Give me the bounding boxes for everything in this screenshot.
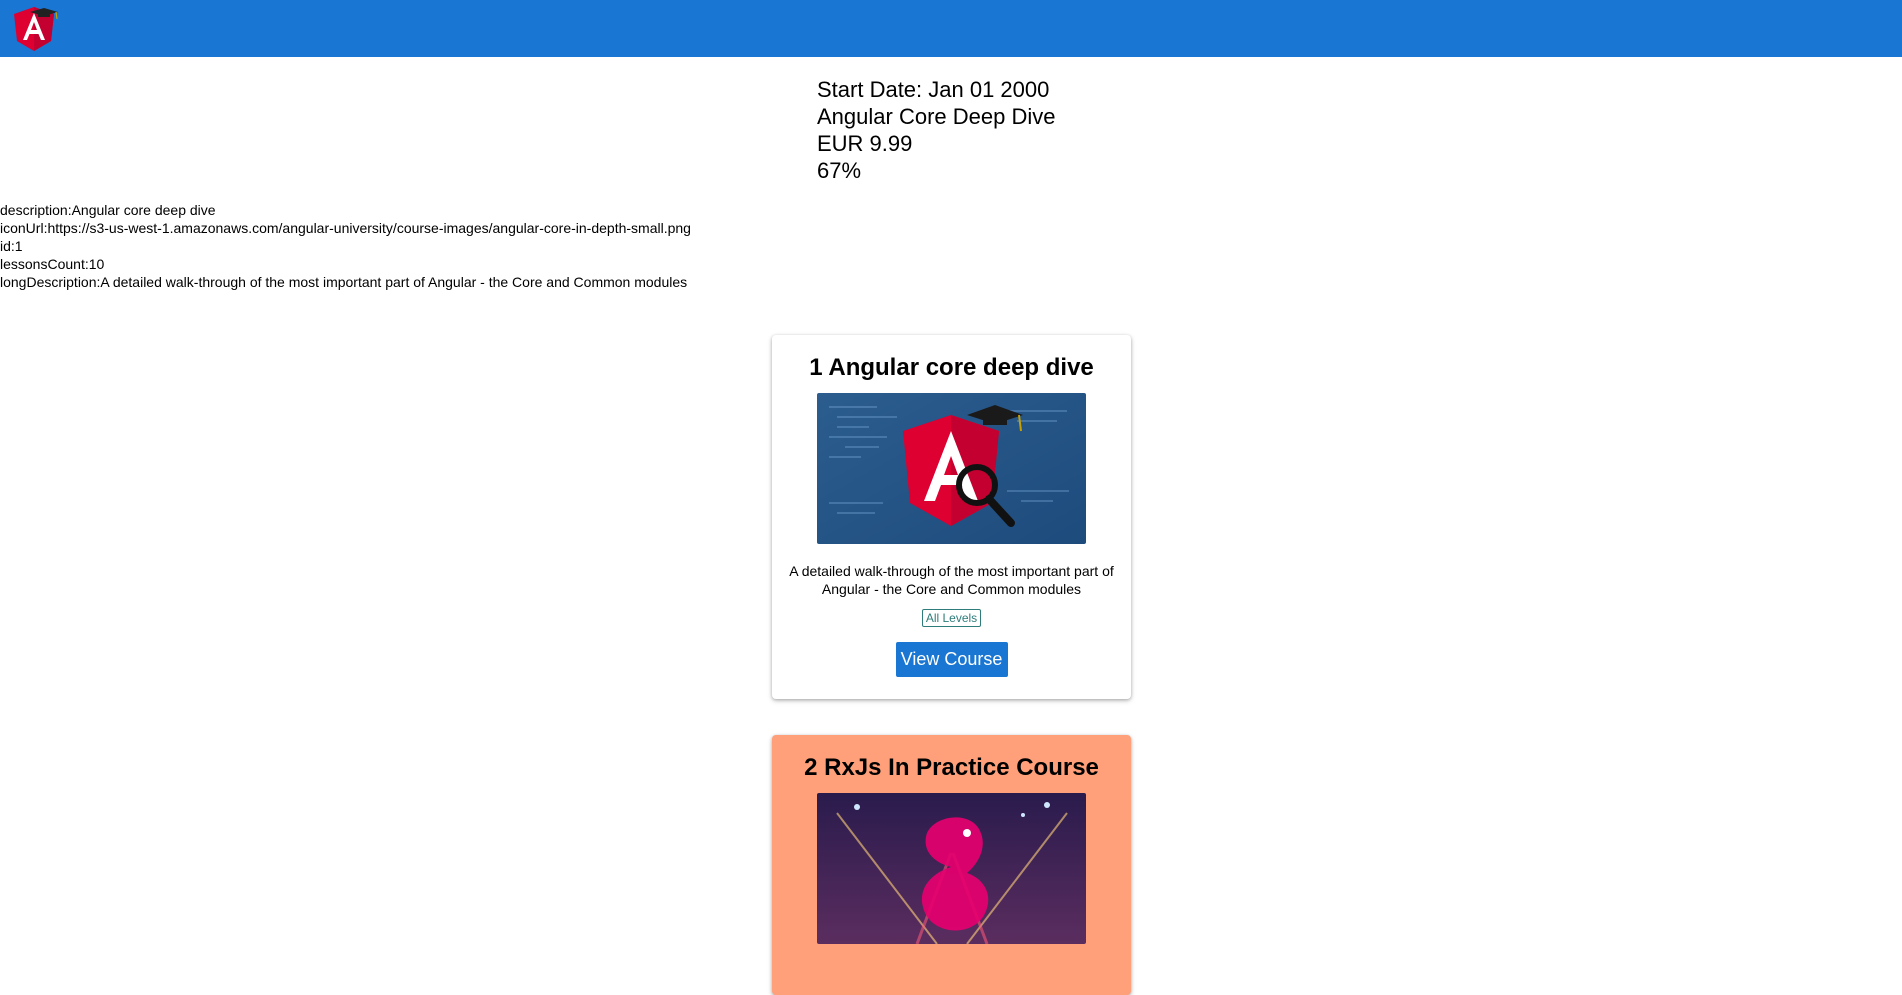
course-details-list: description:Angular core deep dive iconU… <box>0 201 691 291</box>
angular-logo-icon[interactable] <box>12 3 62 53</box>
course-percent: 67% <box>817 158 862 183</box>
detail-long-description: longDescription:A detailed walk-through … <box>0 274 688 290</box>
top-toolbar <box>0 0 1902 57</box>
detail-icon-url: iconUrl:https://s3-us-west-1.amazonaws.c… <box>0 220 691 236</box>
course-title: Angular Core Deep Dive <box>817 104 1056 129</box>
course-summary: Start Date: Jan 01 2000 Angular Core Dee… <box>817 76 1055 184</box>
course-card-title: 1 Angular core deep dive <box>809 354 1094 381</box>
course-card-title: 2 RxJs In Practice Course <box>804 754 1099 781</box>
course-price: EUR 9.99 <box>817 131 913 156</box>
angular-magnifier-icon <box>817 393 1086 544</box>
rxjs-logo-icon <box>817 793 1086 944</box>
start-date: Start Date: Jan 01 2000 <box>817 77 1050 102</box>
course-card: 1 Angular core deep dive A detailed walk… <box>772 335 1131 699</box>
course-level-badge: All Levels <box>921 609 982 627</box>
detail-id: id:1 <box>0 238 23 254</box>
detail-lessons-count: lessonsCount:10 <box>0 256 105 272</box>
detail-description: description:Angular core deep dive <box>0 202 216 218</box>
view-course-button[interactable]: View Course <box>895 642 1008 677</box>
course-card-description: A detailed walk-through of the most impo… <box>789 563 1114 597</box>
course-card: 2 RxJs In Practice Course <box>772 735 1131 995</box>
